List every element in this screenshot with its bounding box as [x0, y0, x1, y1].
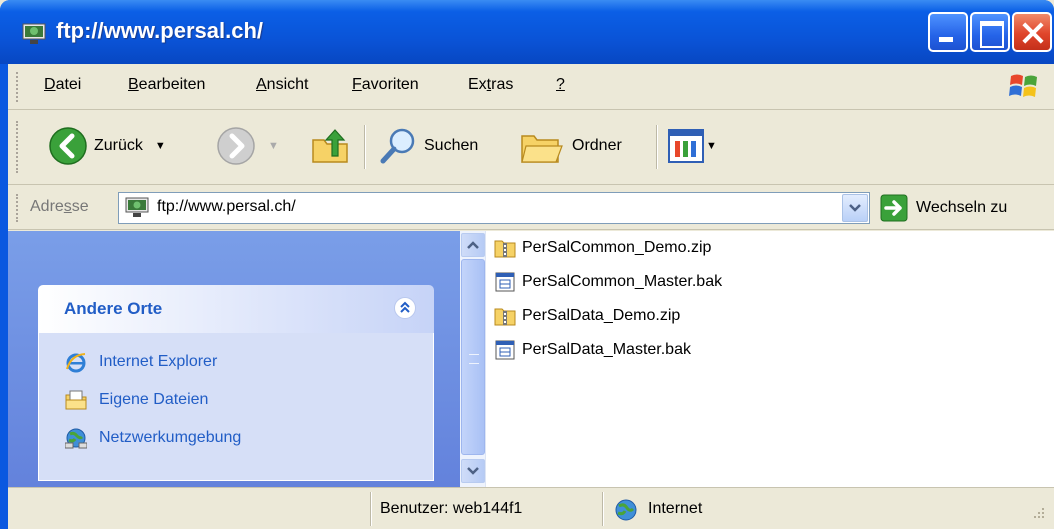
views-icon	[668, 129, 704, 163]
status-separator	[370, 492, 372, 526]
chevron-up-icon	[467, 241, 479, 249]
up-folder-icon	[312, 129, 348, 163]
views-button[interactable]: ▼	[668, 123, 717, 169]
minimize-button[interactable]	[928, 12, 968, 52]
bak-file-icon	[495, 340, 515, 360]
menu-bearbeiten[interactable]: Bearbeiten	[128, 76, 205, 94]
menu-favoriten[interactable]: Favoriten	[352, 76, 419, 94]
forward-dropdown-icon[interactable]: ▼	[268, 140, 279, 152]
network-places-icon	[65, 428, 87, 449]
search-icon	[380, 128, 415, 164]
scroll-down-button[interactable]	[461, 459, 485, 483]
address-bar: Adresse ftp://www.persal.ch/ Wechseln zu	[8, 186, 1054, 230]
scroll-thumb[interactable]	[461, 259, 485, 455]
menu-bar: Datei Bearbeiten Ansicht Favoriten Extra…	[8, 64, 1054, 110]
up-folder-button[interactable]	[310, 123, 350, 169]
close-button[interactable]	[1012, 12, 1052, 52]
internet-explorer-icon	[66, 353, 86, 373]
folders-button[interactable]: Ordner	[520, 123, 622, 169]
toolbar-separator	[364, 125, 366, 169]
status-separator	[602, 492, 604, 526]
go-arrow-icon	[880, 194, 908, 222]
address-label: Adresse	[30, 198, 89, 215]
address-input[interactable]: ftp://www.persal.ch/	[118, 192, 870, 224]
ftp-folder-icon	[22, 23, 46, 44]
chevron-down-icon	[467, 467, 479, 475]
other-places-title: Andere Orte	[64, 299, 163, 318]
folders-label: Ordner	[572, 137, 622, 154]
task-pane: Andere Orte Internet Explorer Eigene Dat…	[8, 231, 460, 487]
standard-toolbar: Zurück ▼ ▼ Suchen Ordner ▼	[8, 111, 1054, 185]
windows-logo-icon	[1009, 74, 1037, 97]
title-bar[interactable]: ftp://www.persal.ch/	[0, 0, 1054, 64]
menu-extras[interactable]: Extras	[468, 76, 513, 94]
address-dropdown-button[interactable]	[842, 194, 868, 222]
collapse-button[interactable]	[394, 297, 416, 319]
address-value: ftp://www.persal.ch/	[157, 198, 296, 215]
thumb-grip	[469, 354, 479, 364]
chevron-down-icon	[849, 204, 861, 212]
status-user: Benutzer: web144f1	[380, 500, 523, 517]
forward-button[interactable]: ▼	[216, 123, 279, 169]
forward-arrow-icon	[217, 127, 255, 165]
chevron-up-double-icon	[400, 301, 410, 313]
link-internet-explorer[interactable]: Internet Explorer	[65, 351, 217, 373]
maximize-button[interactable]	[970, 12, 1010, 52]
search-label: Suchen	[424, 137, 479, 154]
menu-datei[interactable]: Datei	[44, 76, 81, 94]
menu-ansicht[interactable]: Ansicht	[256, 76, 308, 94]
address-grip[interactable]	[16, 194, 19, 222]
back-button[interactable]: Zurück ▼	[48, 123, 166, 169]
explorer-window: ftp://www.persal.ch/ Datei Bearbeiten An…	[0, 0, 1054, 529]
search-button[interactable]: Suchen	[378, 123, 478, 169]
folders-icon	[521, 135, 563, 163]
file-list: PerSalCommon_Demo.zip PerSalCommon_Maste…	[460, 231, 1054, 487]
views-dropdown-icon[interactable]: ▼	[706, 140, 717, 152]
status-bar: Benutzer: web144f1 Internet	[8, 487, 1054, 529]
zip-folder-icon	[494, 308, 516, 326]
menu-grip[interactable]	[16, 72, 19, 102]
zip-folder-icon	[494, 240, 516, 258]
toolbar-separator	[656, 125, 658, 169]
other-places-header[interactable]: Andere Orte	[38, 285, 434, 333]
bak-file-icon	[495, 272, 515, 292]
back-label: Zurück	[94, 137, 143, 154]
file-item[interactable]: PerSalCommon_Demo.zip	[494, 235, 711, 261]
other-places-body: Internet Explorer Eigene Dateien Netzwer…	[38, 333, 434, 481]
go-label: Wechseln zu	[916, 199, 1008, 216]
resize-grip-icon[interactable]	[1028, 504, 1048, 524]
go-button[interactable]: Wechseln zu	[880, 192, 1007, 224]
vertical-scrollbar[interactable]	[460, 231, 486, 487]
menu-help[interactable]: ?	[556, 76, 565, 94]
file-item[interactable]: PerSalData_Demo.zip	[494, 303, 680, 329]
status-zone: Internet	[648, 500, 703, 517]
toolbar-grip[interactable]	[16, 121, 19, 173]
back-dropdown-icon[interactable]: ▼	[155, 140, 166, 152]
ftp-folder-icon	[125, 197, 149, 217]
file-item[interactable]: PerSalData_Master.bak	[494, 337, 691, 363]
scroll-up-button[interactable]	[461, 233, 485, 257]
back-arrow-icon	[49, 127, 87, 165]
internet-zone-icon	[615, 499, 637, 521]
other-places-panel: Andere Orte Internet Explorer Eigene Dat…	[38, 285, 434, 481]
file-item[interactable]: PerSalCommon_Master.bak	[494, 269, 722, 295]
window-content: Datei Bearbeiten Ansicht Favoriten Extra…	[8, 64, 1054, 529]
link-network-places[interactable]: Netzwerkumgebung	[65, 427, 241, 449]
my-documents-icon	[65, 390, 87, 410]
link-my-documents[interactable]: Eigene Dateien	[65, 389, 208, 411]
window-title: ftp://www.persal.ch/	[56, 18, 263, 43]
